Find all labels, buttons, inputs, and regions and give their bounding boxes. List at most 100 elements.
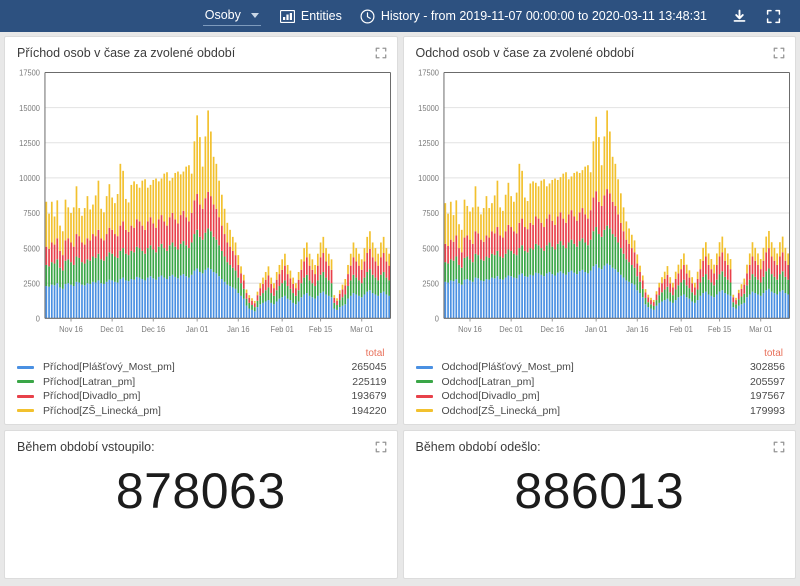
- svg-text:7500: 7500: [23, 209, 40, 218]
- entity-type-selector[interactable]: Osoby: [202, 6, 261, 26]
- chevron-down-icon: [250, 12, 259, 18]
- entity-type-selector-label: Osoby: [204, 8, 241, 22]
- legend-total-header: total: [365, 348, 385, 359]
- svg-text:Feb 01: Feb 01: [669, 325, 692, 334]
- svg-text:Feb 15: Feb 15: [707, 325, 730, 334]
- legend-color-swatch: [17, 394, 34, 398]
- legend-color-swatch: [17, 409, 34, 413]
- panel-entered-stat: Během období vstoupilo: 878063: [4, 430, 398, 579]
- svg-text:5000: 5000: [23, 244, 40, 253]
- toolbar-actions: [716, 0, 788, 32]
- entities-label: Entities: [300, 9, 342, 23]
- legend-arrivals: total Příchod[Plášťový_Most_pm] 265045 Pří…: [5, 346, 397, 424]
- svg-text:2500: 2500: [422, 279, 439, 288]
- panel-title-left: Během období odešlo:: [415, 440, 541, 454]
- legend-row[interactable]: Příchod[Latran_pm] 225119: [17, 375, 387, 390]
- stat-value-left: 886013: [514, 463, 685, 519]
- legend-series-label: Příchod[Plášťový_Most_pm]: [43, 361, 175, 374]
- legend-series-total: 302856: [749, 361, 785, 374]
- svg-text:Nov 16: Nov 16: [458, 325, 482, 334]
- svg-text:Feb 15: Feb 15: [309, 325, 332, 334]
- svg-text:Feb 01: Feb 01: [271, 325, 294, 334]
- svg-text:17500: 17500: [418, 68, 439, 77]
- svg-text:0: 0: [36, 314, 40, 323]
- svg-text:Dec 16: Dec 16: [540, 325, 564, 334]
- legend-series-total: 193679: [351, 390, 387, 403]
- panel-title-arrivals: Příchod osob v čase za zvolené období: [17, 46, 236, 60]
- legend-series-total: 179993: [749, 404, 785, 417]
- legend-row[interactable]: Příchod[ZŠ_Linecká_pm] 194220: [17, 404, 387, 419]
- download-icon: [732, 9, 747, 24]
- svg-text:Nov 16: Nov 16: [59, 325, 83, 334]
- legend-series-total: 194220: [351, 404, 387, 417]
- chart-departures[interactable]: 0 2500 5000 7500 10000 12500 15000 17500 Nov 16 D…: [404, 64, 796, 346]
- legend-series-total: 225119: [352, 375, 387, 388]
- expand-icon[interactable]: [773, 47, 785, 59]
- svg-text:12500: 12500: [418, 139, 439, 148]
- svg-text:0: 0: [434, 314, 438, 323]
- svg-text:Jan 01: Jan 01: [186, 325, 208, 334]
- svg-text:10000: 10000: [19, 174, 40, 183]
- svg-text:17500: 17500: [19, 68, 40, 77]
- fullscreen-button[interactable]: [758, 0, 788, 32]
- panel-departures-chart: Odchod osob v čase za zvolené období 0 25…: [402, 36, 796, 425]
- legend-row[interactable]: Odchod[ZŠ_Linecká_pm] 179993: [415, 404, 785, 419]
- legend-color-swatch: [415, 394, 433, 398]
- svg-text:12500: 12500: [19, 139, 40, 148]
- legend-row[interactable]: Odchod[Latran_pm] 205597: [415, 375, 785, 390]
- legend-row[interactable]: Příchod[Plášťový_Most_pm] 265045: [17, 360, 387, 375]
- svg-text:15000: 15000: [19, 104, 40, 113]
- legend-series-total: 197567: [749, 390, 785, 403]
- chart-arrivals[interactable]: 0 2500 5000 7500 10000 12500 15000 17500 Nov 16 D…: [5, 64, 397, 346]
- legend-row[interactable]: Odchod[Plášťový_Most_pm] 302856: [415, 360, 785, 375]
- legend-series-label: Odchod[ZŠ_Linecká_pm]: [441, 404, 560, 417]
- legend-series-label: Odchod[Divadlo_pm]: [441, 390, 540, 403]
- legend-color-swatch: [17, 365, 34, 369]
- legend-color-swatch: [415, 365, 433, 369]
- panel-title-departures: Odchod osob v čase za zvolené období: [415, 46, 635, 60]
- top-toolbar: Osoby Entities History - from 2019-11-07…: [0, 0, 800, 32]
- legend-total-header: total: [764, 348, 783, 359]
- panel-header: Během období odešlo:: [404, 431, 796, 458]
- expand-icon[interactable]: [375, 441, 387, 453]
- entities-icon: [279, 9, 295, 23]
- svg-text:Mar 01: Mar 01: [350, 325, 373, 334]
- legend-series-total: 265045: [351, 361, 387, 374]
- svg-text:Dec 01: Dec 01: [499, 325, 523, 334]
- download-button[interactable]: [724, 0, 754, 32]
- legend-color-swatch: [17, 380, 34, 384]
- svg-text:Dec 01: Dec 01: [100, 325, 124, 334]
- svg-text:7500: 7500: [422, 209, 439, 218]
- panel-header: Odchod osob v čase za zvolené období: [404, 37, 796, 64]
- svg-text:10000: 10000: [418, 174, 439, 183]
- legend-row[interactable]: Odchod[Divadlo_pm] 197567: [415, 389, 785, 404]
- legend-series-total: 205597: [749, 375, 785, 388]
- svg-text:Mar 01: Mar 01: [749, 325, 772, 334]
- panel-arrivals-chart: Příchod osob v čase za zvolené období 0 2…: [4, 36, 398, 425]
- legend-series-label: Příchod[Divadlo_pm]: [43, 390, 141, 403]
- svg-text:5000: 5000: [422, 244, 439, 253]
- stat-value-entered: 878063: [115, 463, 286, 519]
- history-range-label: History - from 2019-11-07 00:00:00 to 20…: [380, 9, 707, 23]
- panel-title-entered: Během období vstoupilo:: [17, 440, 155, 454]
- svg-text:Jan 01: Jan 01: [584, 325, 606, 334]
- svg-text:15000: 15000: [418, 104, 439, 113]
- fullscreen-icon: [766, 9, 781, 24]
- expand-icon[interactable]: [375, 47, 387, 59]
- history-range-button[interactable]: History - from 2019-11-07 00:00:00 to 20…: [351, 0, 716, 32]
- expand-icon[interactable]: [773, 441, 785, 453]
- panel-header: Během období vstoupilo:: [5, 431, 397, 458]
- legend-series-label: Příchod[Latran_pm]: [43, 375, 136, 388]
- svg-text:Jan 16: Jan 16: [227, 325, 249, 334]
- legend-series-label: Odchod[Latran_pm]: [441, 375, 535, 388]
- svg-text:Jan 16: Jan 16: [626, 325, 648, 334]
- clock-icon: [360, 8, 375, 24]
- entities-button[interactable]: Entities: [271, 0, 351, 32]
- legend-series-label: Příchod[ZŠ_Linecká_pm]: [43, 404, 161, 417]
- panel-header: Příchod osob v čase za zvolené období: [5, 37, 397, 64]
- legend-row[interactable]: Příchod[Divadlo_pm] 193679: [17, 389, 387, 404]
- dashboard-grid: Příchod osob v čase za zvolené období 0 2…: [0, 32, 800, 586]
- svg-text:Dec 16: Dec 16: [141, 325, 165, 334]
- panel-left-stat: Během období odešlo: 886013: [402, 430, 796, 579]
- legend-departures: total Odchod[Plášťový_Most_pm] 302856 Odch…: [404, 346, 796, 424]
